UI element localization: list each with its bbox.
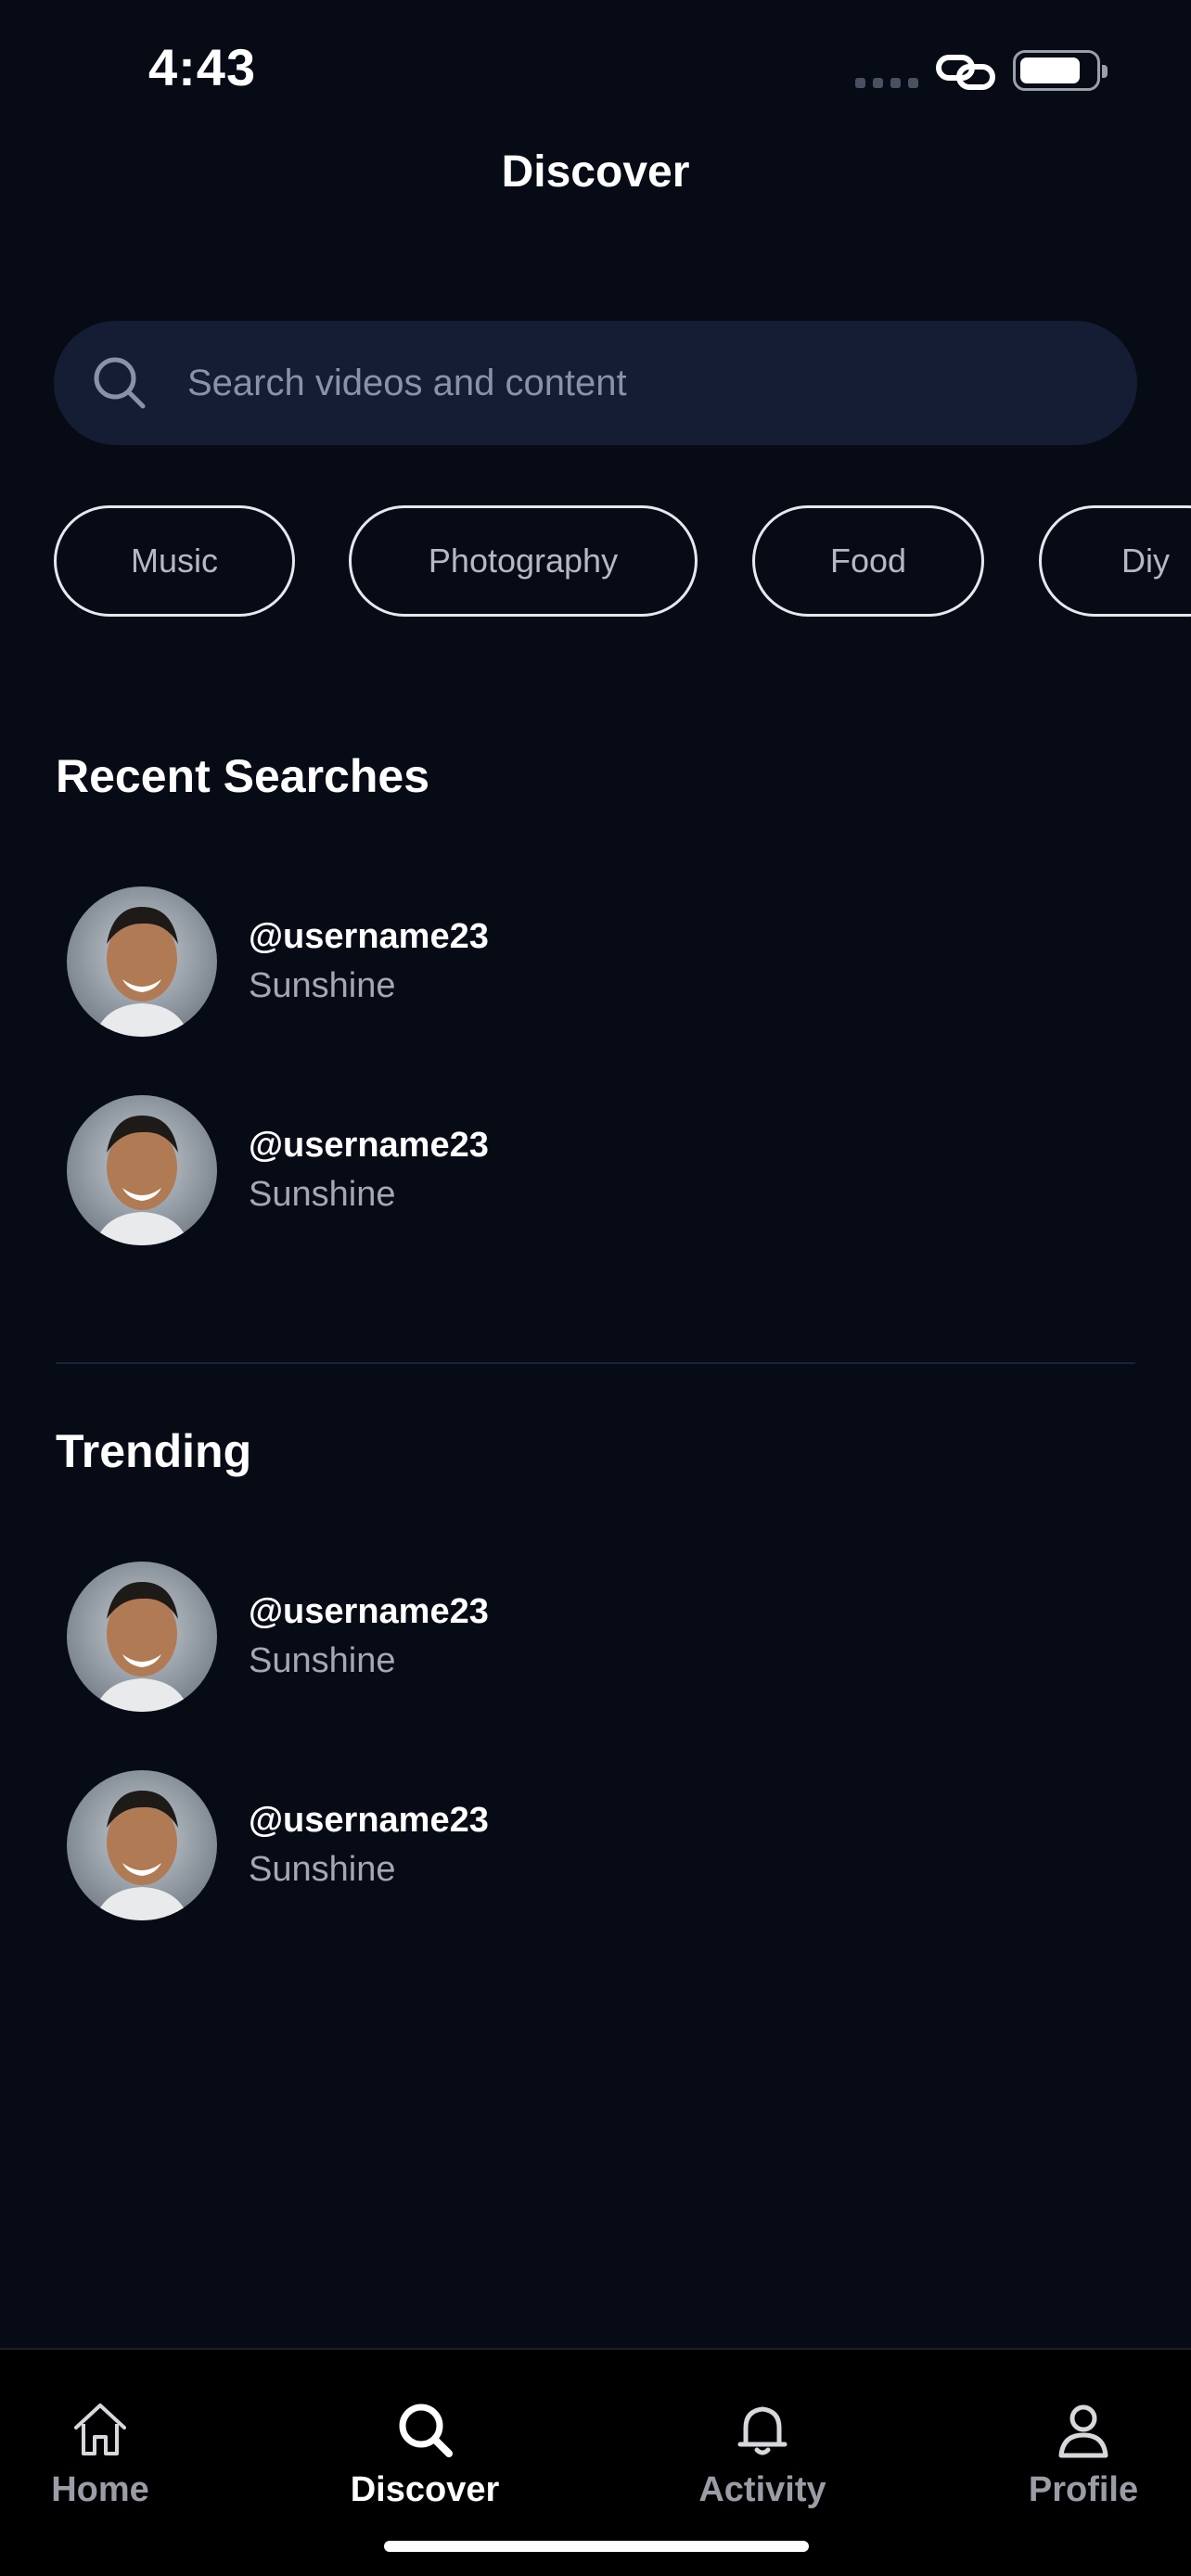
username: @username23 — [249, 1592, 489, 1631]
chip-music[interactable]: Music — [54, 505, 295, 617]
avatar — [67, 1562, 217, 1712]
tab-label: Home — [51, 2470, 149, 2509]
section-divider — [56, 1362, 1135, 1364]
trending-item[interactable]: @username23 Sunshine — [67, 1561, 1133, 1713]
category-chips: Music Photography Food Diy — [54, 505, 1191, 618]
user-subtitle: Sunshine — [249, 1175, 396, 1214]
chip-photography[interactable]: Photography — [349, 505, 698, 617]
avatar — [67, 886, 217, 1037]
tab-activity[interactable]: Activity — [670, 2396, 855, 2510]
username: @username23 — [249, 917, 489, 956]
page-title: Discover — [501, 147, 690, 197]
recent-searches-title: Recent Searches — [56, 750, 430, 802]
trending-title: Trending — [56, 1425, 252, 1477]
tab-home[interactable]: Home — [7, 2396, 193, 2510]
username: @username23 — [249, 1801, 489, 1840]
avatar — [67, 1095, 217, 1245]
link-icon — [936, 55, 995, 90]
search-bar[interactable] — [54, 321, 1137, 445]
tab-label: Profile — [1028, 2470, 1139, 2509]
status-time: 4:43 — [148, 38, 257, 96]
recent-search-item[interactable]: @username23 Sunshine — [67, 1094, 1133, 1246]
tab-label: Activity — [698, 2470, 826, 2509]
user-subtitle: Sunshine — [249, 1641, 396, 1680]
search-input[interactable] — [187, 362, 1022, 404]
bell-icon — [737, 2406, 788, 2455]
user-subtitle: Sunshine — [249, 1850, 396, 1889]
search-icon — [399, 2404, 453, 2457]
person-icon — [1058, 2404, 1108, 2458]
cellular-signal-icon — [855, 78, 918, 88]
trending-item[interactable]: @username23 Sunshine — [67, 1769, 1133, 1921]
tab-profile[interactable]: Profile — [991, 2396, 1176, 2510]
user-subtitle: Sunshine — [249, 966, 396, 1005]
search-icon — [94, 357, 146, 409]
battery-icon — [1013, 50, 1108, 91]
avatar — [67, 1770, 217, 1920]
tab-discover[interactable]: Discover — [332, 2396, 518, 2510]
home-icon — [74, 2404, 126, 2455]
status-bar: 4:43 — [0, 0, 1191, 139]
home-indicator — [384, 2541, 809, 2552]
recent-search-item[interactable]: @username23 Sunshine — [67, 886, 1133, 1038]
username: @username23 — [249, 1126, 489, 1165]
chip-diy[interactable]: Diy — [1039, 505, 1191, 617]
tab-label: Discover — [350, 2470, 500, 2509]
chip-food[interactable]: Food — [752, 505, 984, 617]
